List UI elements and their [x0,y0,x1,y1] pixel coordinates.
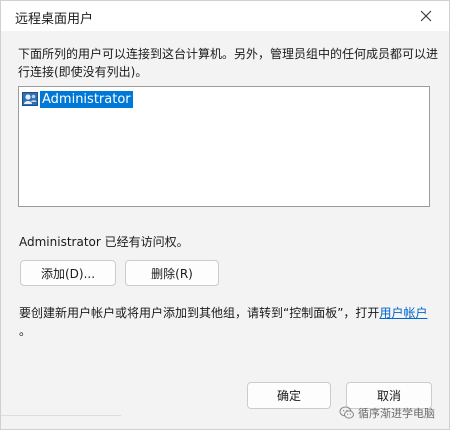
watermark: 循序渐进学电脑 [339,405,435,421]
user-name: Administrator [40,90,133,108]
remote-desktop-users-dialog: 远程桌面用户 下面所列的用户可以连接到这台计算机。另外，管理员组中的任何成员都可… [0,0,450,430]
ok-button[interactable]: 确定 [247,382,331,409]
wechat-icon [339,406,354,419]
title-bar: 远程桌面用户 [1,1,449,31]
close-button[interactable] [409,3,443,29]
user-list[interactable]: Administrator [18,86,430,207]
remove-button[interactable]: 删除(R) [125,260,219,286]
access-status-text: Administrator 已经有访问权。 [19,235,189,249]
divider [1,415,121,416]
hint-end: 。 [19,324,32,338]
add-button[interactable]: 添加(D)... [20,260,116,286]
hint-text: 要创建新用户帐户或将用户添加到其他组，请转到“控制面板”，打开用户帐户 。 [19,304,439,340]
close-icon [420,10,432,22]
hint-body: 要创建新用户帐户或将用户添加到其他组，请转到“控制面板”，打开 [19,306,380,320]
list-item[interactable]: Administrator [22,90,133,108]
watermark-text: 循序渐进学电脑 [358,407,435,420]
user-accounts-link[interactable]: 用户帐户 [379,306,427,320]
user-icon [22,92,38,106]
dialog-title: 远程桌面用户 [15,12,94,27]
description-text: 下面所列的用户可以连接到这台计算机。另外，管理员组中的任何成员都可以进行连接(即… [18,47,439,79]
